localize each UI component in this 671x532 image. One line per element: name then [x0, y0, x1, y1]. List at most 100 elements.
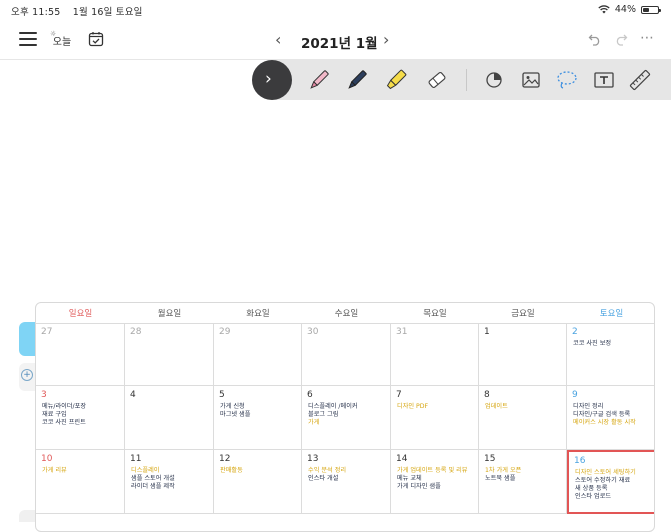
more-icon[interactable]: ⋯	[640, 30, 655, 46]
day-number: 7	[396, 390, 402, 400]
handwritten-note: 샘플 스토어 개설	[131, 475, 175, 482]
handwritten-note: 디자인 PDF	[397, 403, 429, 410]
weekday-label: 월요일	[157, 309, 182, 319]
navy-pen-icon[interactable]	[344, 67, 370, 93]
lasso-icon[interactable]	[554, 67, 580, 93]
handwritten-note: 가게 업데이트 등록 및 리뷰	[397, 467, 468, 474]
chevron-left-icon[interactable]: ‹	[275, 30, 281, 49]
handwritten-note: 수익 분석 정리	[308, 467, 347, 474]
toolbar-separator	[466, 69, 467, 91]
day-cell[interactable]: 9 디자인 정리 디자인/구글 검색 등록 메이커스 시장 활동 시작	[567, 386, 654, 450]
day-cell[interactable]: 3 메뉴/라이더/포장 재료 구입 코코 사진 프린트	[36, 386, 125, 450]
month-calendar: 일요일 월요일 화요일 수요일 목요일 금요일 토요일 27 28 29 30 31 1 2 코코 사진 …	[35, 302, 655, 532]
day-cell[interactable]: 4	[125, 386, 214, 450]
drawing-toolbar: ›	[252, 60, 671, 100]
handwritten-note: 인스타 개설	[308, 475, 339, 482]
side-tab[interactable]	[19, 510, 36, 522]
shape-icon[interactable]	[481, 67, 507, 93]
day-number: 14	[396, 454, 408, 464]
handwritten-note: 디자인 정리	[573, 403, 604, 410]
weekday-label: 토요일	[599, 309, 624, 319]
handwritten-note: 마그넷 샘플	[220, 411, 251, 418]
chevron-right-icon: ›	[265, 69, 272, 89]
day-cell[interactable]: 2 코코 사진 보정	[567, 323, 654, 386]
battery-icon	[641, 5, 661, 14]
day-number: 9	[572, 390, 578, 400]
handwritten-note: 메뉴/라이더/포장	[42, 403, 87, 410]
day-cell[interactable]: 11 디스플레이 샘플 스토어 개설 라이더 샘플 제작	[125, 450, 214, 514]
day-cell[interactable]: 16 디자인 스토어 세팅하기 스토어 수정하기 재료 새 상품 등록 인스타 업로드	[567, 450, 654, 514]
day-number: 28	[130, 327, 142, 337]
today-button[interactable]: ☼ 오늘	[50, 30, 72, 48]
day-number: 30	[307, 327, 319, 337]
add-tab-button[interactable]: +	[19, 363, 36, 391]
day-cell[interactable]: 1	[479, 323, 567, 386]
day-cell[interactable]: 14 가게 업데이트 등록 및 리뷰 메뉴 교체 가게 디자인 샘플	[391, 450, 479, 514]
day-cell[interactable]: 31	[391, 323, 479, 386]
day-cell[interactable]: 29	[214, 323, 302, 386]
day-number: 29	[219, 327, 231, 337]
handwritten-note: 블로그 그림	[308, 411, 339, 418]
battery-level	[643, 7, 650, 12]
image-icon[interactable]	[518, 67, 544, 93]
weekday-label: 금요일	[511, 309, 535, 319]
day-number: 27	[41, 327, 53, 337]
day-number: 11	[130, 454, 142, 464]
text-icon[interactable]	[591, 67, 617, 93]
day-cell[interactable]: 30	[302, 323, 391, 386]
day-cell[interactable]: 12 판매활동	[214, 450, 302, 514]
day-cell[interactable]: 7 디자인 PDF	[391, 386, 479, 450]
day-cell[interactable]: 5 가게 신청 마그넷 샘플	[214, 386, 302, 450]
day-cell[interactable]: 6 디스플레이 /메이커 블로그 그림 가게	[302, 386, 391, 450]
ruler-icon[interactable]	[627, 67, 653, 93]
day-number: 8	[484, 390, 490, 400]
weekday-label: 화요일	[246, 309, 270, 319]
handwritten-note: 인스타 업로드	[575, 493, 612, 500]
weekday-label: 수요일	[334, 309, 359, 319]
day-number: 4	[130, 390, 136, 400]
handwritten-note: 스토어 수정하기 재료	[575, 477, 631, 484]
handwritten-note: 가게 디자인 샘플	[397, 483, 441, 490]
status-time: 오후 11:55	[11, 7, 61, 18]
weekday-label: 일요일	[68, 309, 93, 319]
toolbar-collapse-button[interactable]: ›	[252, 60, 292, 100]
day-number: 10	[41, 454, 53, 464]
day-number: 3	[41, 390, 47, 400]
month-title: 2021년 1월	[301, 36, 378, 52]
handwritten-note: 디스플레이 /메이커	[308, 403, 358, 410]
eraser-icon[interactable]	[424, 67, 450, 93]
today-label: 오늘	[52, 37, 72, 48]
status-left: 오후 11:55 1월 16일 토요일	[11, 4, 152, 18]
handwritten-note: 코코 사진 프린트	[42, 419, 86, 426]
handwritten-note: 가게	[308, 419, 320, 426]
day-number: 12	[219, 454, 231, 464]
chevron-right-icon[interactable]: ›	[383, 30, 389, 49]
pink-pen-icon[interactable]	[306, 67, 332, 93]
day-cell[interactable]: 13 수익 분석 정리 인스타 개설	[302, 450, 391, 514]
day-number: 5	[219, 390, 225, 400]
handwritten-note: 라이더 샘플 제작	[131, 483, 175, 490]
handwritten-note: 디자인 스토어 세팅하기	[575, 469, 636, 476]
status-date: 1월 16일 토요일	[72, 7, 143, 18]
day-cell[interactable]: 10 가게 리뷰	[36, 450, 125, 514]
handwritten-note: 메뉴 교체	[397, 475, 422, 482]
day-number: 31	[396, 327, 408, 337]
day-number: 1	[484, 327, 490, 337]
day-cell[interactable]: 15 1차 가게 오픈 노트북 샘플	[479, 450, 567, 514]
top-bar: ☼ 오늘 ‹ 2021년 1월 › ⋯	[0, 22, 671, 58]
weekday-label: 목요일	[423, 309, 447, 319]
handwritten-note: 가게 리뷰	[42, 467, 67, 474]
calendar-side-tab[interactable]	[19, 322, 36, 356]
day-cell[interactable]: 28	[125, 323, 214, 386]
day-cell[interactable]: 27	[36, 323, 125, 386]
plus-icon: +	[21, 369, 33, 381]
handwritten-note: 판매활동	[220, 467, 243, 474]
menu-icon[interactable]	[19, 32, 37, 46]
calendar-check-icon[interactable]	[88, 31, 104, 47]
handwritten-note: 새 상품 등록	[575, 485, 608, 492]
redo-icon[interactable]	[614, 32, 628, 46]
undo-icon[interactable]	[588, 32, 602, 46]
handwritten-note: 코코 사진 보정	[573, 340, 612, 347]
highlighter-icon[interactable]	[383, 67, 409, 93]
day-cell[interactable]: 8 업데이트	[479, 386, 567, 450]
